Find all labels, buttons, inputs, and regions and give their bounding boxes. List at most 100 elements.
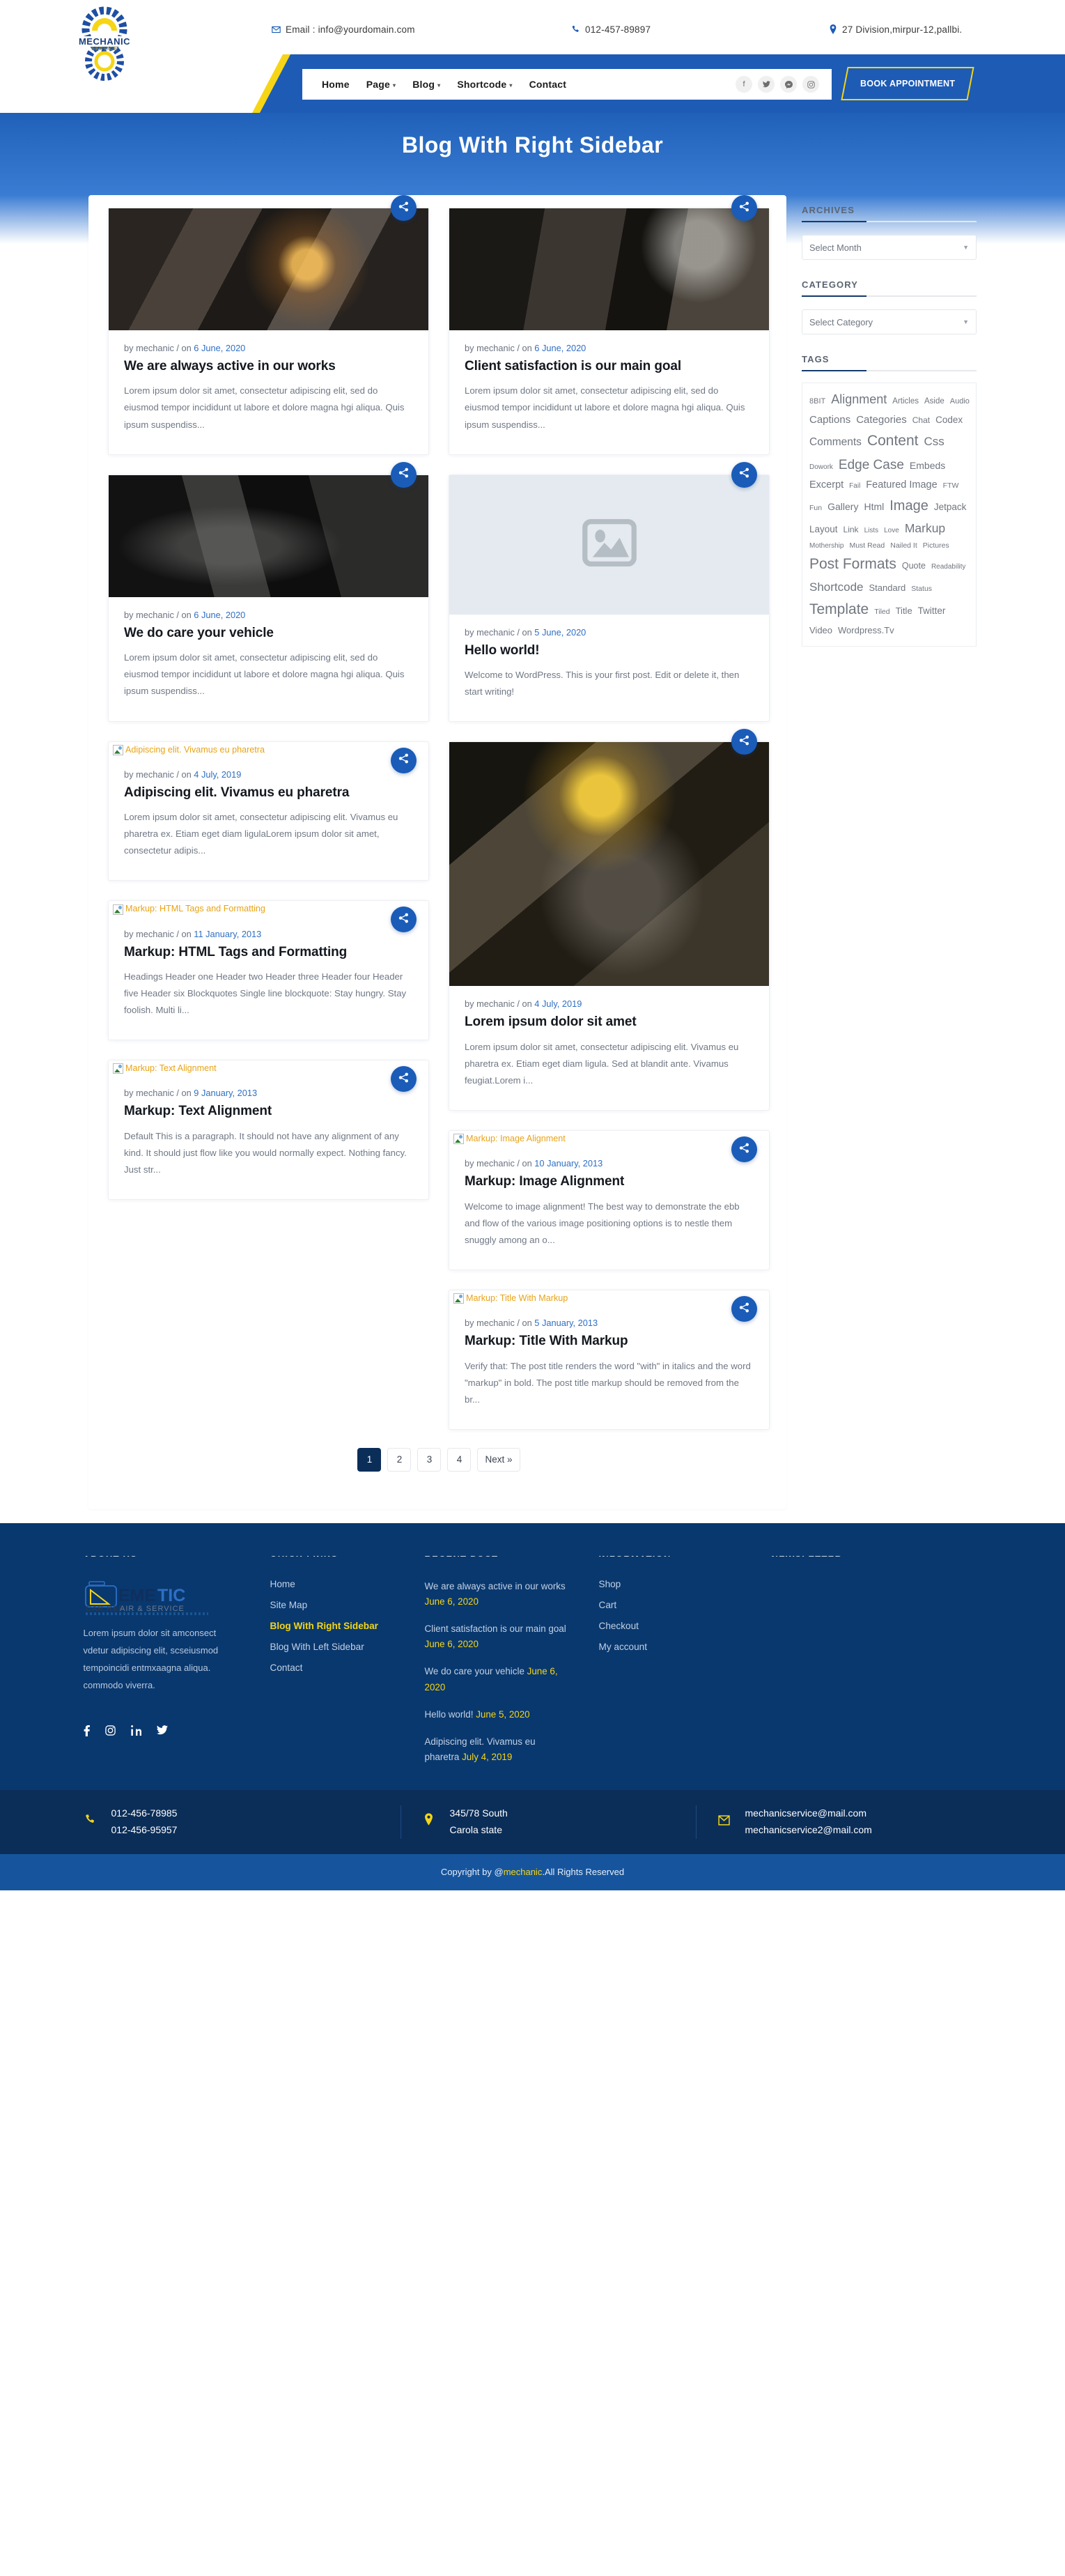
site-logo[interactable]: MECHANIC SERVICE (0, 6, 209, 81)
facebook-icon[interactable]: f (736, 76, 752, 93)
footer-quicklink[interactable]: Blog With Right Sidebar (270, 1621, 425, 1631)
footer-quicklink[interactable]: Blog With Left Sidebar (270, 1642, 425, 1652)
instagram-icon[interactable] (802, 76, 819, 93)
share-button[interactable] (391, 461, 417, 488)
tag-link[interactable]: Standard (869, 581, 906, 595)
tag-link[interactable]: Quote (902, 560, 926, 573)
share-button[interactable] (391, 747, 417, 773)
copyright-brand[interactable]: mechanic (504, 1867, 543, 1877)
post-thumbnail[interactable] (109, 208, 428, 330)
tag-link[interactable]: Title (896, 604, 912, 618)
tag-link[interactable]: Dowork (809, 462, 833, 473)
post-title[interactable]: Markup: Text Alignment (124, 1103, 413, 1120)
share-button[interactable] (731, 461, 757, 488)
tag-link[interactable]: Codex (935, 413, 963, 428)
post-card[interactable]: Markup: Image Alignment by mechanic / on … (449, 1130, 770, 1271)
tag-link[interactable]: Fun (809, 502, 822, 514)
tag-link[interactable]: Alignment (831, 390, 887, 410)
post-thumbnail[interactable] (109, 475, 428, 597)
post-date[interactable]: 9 January, 2013 (194, 1088, 257, 1098)
post-title[interactable]: Adipiscing elit. Vivamus eu pharetra (124, 785, 413, 801)
contact-email-block[interactable]: mechanicservice@mail.com mechanicservice… (697, 1805, 996, 1839)
tag-link[interactable]: Video (809, 624, 832, 638)
nav-item-shortcode[interactable]: Shortcode ▾ (457, 79, 512, 90)
tag-link[interactable]: Captions (809, 412, 850, 428)
footer-information-link[interactable]: My account (599, 1642, 772, 1652)
tag-link[interactable]: Html (864, 500, 884, 515)
post-title[interactable]: Markup: Title With Markup (465, 1333, 754, 1350)
share-button[interactable] (391, 195, 417, 221)
tag-link[interactable]: Fail (849, 481, 860, 492)
post-date[interactable]: 10 January, 2013 (534, 1158, 603, 1169)
post-title[interactable]: Lorem ipsum dolor sit amet (465, 1014, 754, 1031)
next-page-button[interactable]: Next » (477, 1447, 520, 1472)
tag-link[interactable]: Mothership (809, 541, 844, 552)
tag-link[interactable]: Link (844, 523, 859, 537)
category-select[interactable]: Select Category ▼ (802, 309, 977, 334)
twitter-icon[interactable] (758, 76, 775, 93)
share-button[interactable] (731, 1296, 757, 1322)
tag-link[interactable]: Lists (864, 525, 879, 537)
footer-information-link[interactable]: Cart (599, 1600, 772, 1610)
tag-link[interactable]: Twitter (918, 604, 946, 619)
footer-recent-item[interactable]: Adipiscing elit. Vivamus eu pharetra Jul… (425, 1734, 568, 1765)
footer-recent-item[interactable]: Client satisfaction is our main goal Jun… (425, 1621, 568, 1652)
tag-link[interactable]: Gallery (827, 500, 858, 515)
twitter-icon[interactable] (156, 1725, 168, 1739)
post-thumbnail[interactable] (449, 742, 769, 987)
footer-information-link[interactable]: Shop (599, 1579, 772, 1589)
tag-link[interactable]: Articles (892, 396, 919, 408)
top-address[interactable]: 27 Division,mirpur-12,pallbi. (829, 24, 1065, 35)
post-thumbnail[interactable] (449, 208, 769, 330)
tag-link[interactable]: Pictures (923, 540, 949, 551)
post-thumbnail-broken[interactable]: Markup: Text Alignment (109, 1061, 428, 1075)
post-date[interactable]: 11 January, 2013 (194, 929, 261, 939)
tag-link[interactable]: Layout (809, 523, 838, 537)
tag-link[interactable]: Nailed It (890, 540, 917, 551)
post-card[interactable]: Markup: Title With Markup by mechanic / o… (449, 1290, 770, 1430)
post-date[interactable]: 4 July, 2019 (194, 769, 241, 780)
post-card[interactable]: by mechanic / on 4 July, 2019 Lorem ipsum… (449, 729, 770, 1111)
tag-link[interactable]: Categories (856, 412, 907, 428)
footer-recent-item[interactable]: Hello world! June 5, 2020 (425, 1707, 568, 1722)
post-date[interactable]: 6 June, 2020 (194, 610, 245, 620)
page-button-1[interactable]: 1 (357, 1447, 382, 1472)
post-date[interactable]: 4 July, 2019 (534, 998, 582, 1009)
post-card[interactable]: Adipiscing elit. Vivamus eu pharetra by m… (108, 741, 429, 881)
nav-item-home[interactable]: Home (322, 79, 350, 90)
page-button-2[interactable]: 2 (387, 1447, 412, 1472)
page-button-4[interactable]: 4 (447, 1447, 472, 1472)
tag-link[interactable]: 8BIT (809, 396, 825, 408)
page-button-3[interactable]: 3 (417, 1447, 442, 1472)
footer-quicklink[interactable]: Home (270, 1579, 425, 1589)
footer-information-link[interactable]: Checkout (599, 1621, 772, 1631)
tag-link[interactable]: Chat (912, 414, 930, 427)
tag-link[interactable]: Status (911, 583, 932, 594)
tag-link[interactable]: Embeds (910, 458, 945, 474)
post-thumbnail-broken[interactable]: Markup: Title With Markup (449, 1290, 769, 1305)
tag-link[interactable]: Template (809, 599, 869, 622)
post-date[interactable]: 6 June, 2020 (194, 343, 245, 353)
tag-link[interactable]: Css (924, 433, 944, 451)
post-thumbnail-broken[interactable]: Adipiscing elit. Vivamus eu pharetra (109, 742, 428, 757)
post-card[interactable]: by mechanic / on 6 June, 2020 We do care … (108, 461, 429, 722)
footer-recent-item[interactable]: We do care your vehicle June 6, 2020 (425, 1664, 568, 1695)
tag-link[interactable]: Markup (905, 519, 945, 538)
tag-link[interactable]: Content (867, 430, 919, 453)
share-button[interactable] (731, 195, 757, 221)
contact-address-block[interactable]: 345/78 South Carola state (400, 1805, 697, 1839)
post-card[interactable]: by mechanic / on 6 June, 2020 We are alwa… (108, 195, 429, 455)
tag-link[interactable]: Jetpack (934, 500, 967, 515)
post-title[interactable]: Markup: HTML Tags and Formatting (124, 944, 413, 961)
post-card[interactable]: by mechanic / on 6 June, 2020 Client sati… (449, 195, 770, 455)
tag-link[interactable]: Comments (809, 434, 862, 451)
post-title[interactable]: We are always active in our works (124, 358, 413, 375)
share-button[interactable] (731, 1136, 757, 1163)
tag-link[interactable]: Must Read (849, 540, 885, 551)
tag-link[interactable]: Shortcode (809, 578, 864, 596)
top-phone[interactable]: 012-457-89897 (571, 24, 829, 35)
book-appointment-button[interactable]: BOOK APPOINTMENT (841, 67, 974, 100)
tag-link[interactable]: Excerpt (809, 477, 844, 493)
nav-item-blog[interactable]: Blog ▾ (412, 79, 440, 90)
top-email[interactable]: Email : info@yourdomain.com (272, 24, 571, 35)
